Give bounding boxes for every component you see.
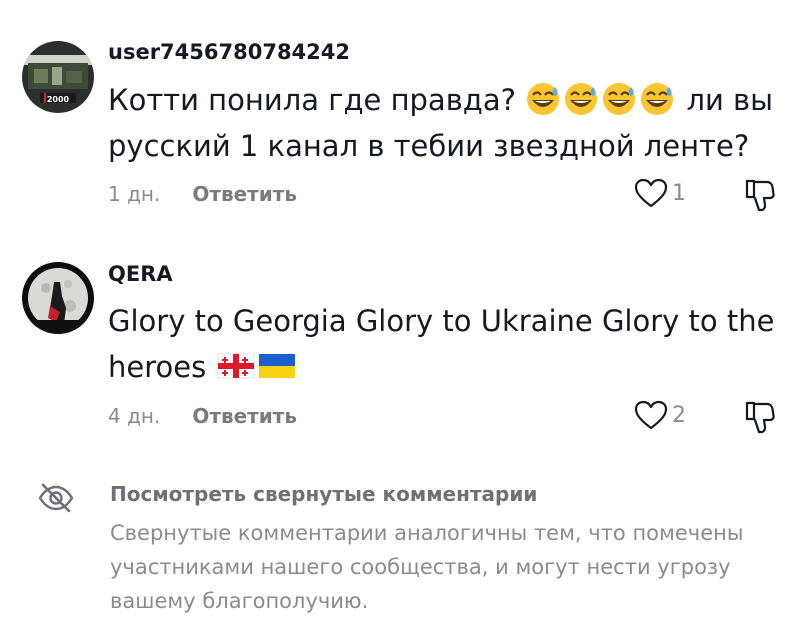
reply-button[interactable]: Ответить	[192, 404, 297, 428]
avatar[interactable]: 2000	[22, 41, 94, 113]
comment-meta: 1 дн. Ответить	[108, 182, 297, 206]
comment-meta: 4 дн. Ответить	[108, 404, 297, 428]
grinning-sweat-emoji-icon	[527, 83, 674, 115]
heart-outline-icon	[634, 178, 668, 208]
comment-time: 1 дн.	[108, 182, 161, 206]
comment-username[interactable]: QERA	[108, 262, 173, 286]
view-collapsed-comments-button[interactable]: Посмотреть свернутые комментарии	[110, 482, 537, 506]
heart-outline-icon	[634, 400, 668, 430]
avatar[interactable]	[22, 262, 94, 334]
comment-text-part: Котти понила где правда?	[108, 83, 526, 117]
like-button[interactable]: 2	[634, 400, 686, 430]
comment-time: 4 дн.	[108, 404, 161, 428]
georgia-flag-icon	[218, 353, 255, 379]
collapsed-comments-description: Свернутые комментарии аналогичны тем, чт…	[110, 521, 744, 613]
avatar-image: 2000	[22, 41, 94, 113]
like-count: 1	[672, 180, 686, 206]
comment-text: Glory to Georgia Glory to Ukraine Glory …	[108, 298, 788, 390]
reply-button[interactable]: Ответить	[192, 182, 297, 206]
avatar-image	[22, 262, 94, 334]
comment-text: Котти понила где правда? ли вы русский 1…	[108, 77, 788, 169]
emoji-group	[525, 83, 677, 117]
dislike-button[interactable]	[745, 178, 775, 216]
eye-crossed-icon[interactable]	[36, 482, 76, 518]
thumbs-down-outline-icon	[745, 401, 775, 434]
like-count: 2	[672, 402, 686, 428]
thumbs-down-outline-icon	[745, 179, 775, 212]
comment-text-part: Glory to Georgia Glory to Ukraine Glory …	[108, 304, 775, 384]
ukraine-flag-icon	[259, 354, 296, 378]
flag-emoji-group	[218, 353, 296, 379]
like-button[interactable]: 1	[634, 178, 686, 208]
avatar-badge-text: 2000	[47, 95, 70, 104]
comment-username[interactable]: user7456780784242	[108, 40, 350, 64]
dislike-button[interactable]	[745, 400, 775, 438]
